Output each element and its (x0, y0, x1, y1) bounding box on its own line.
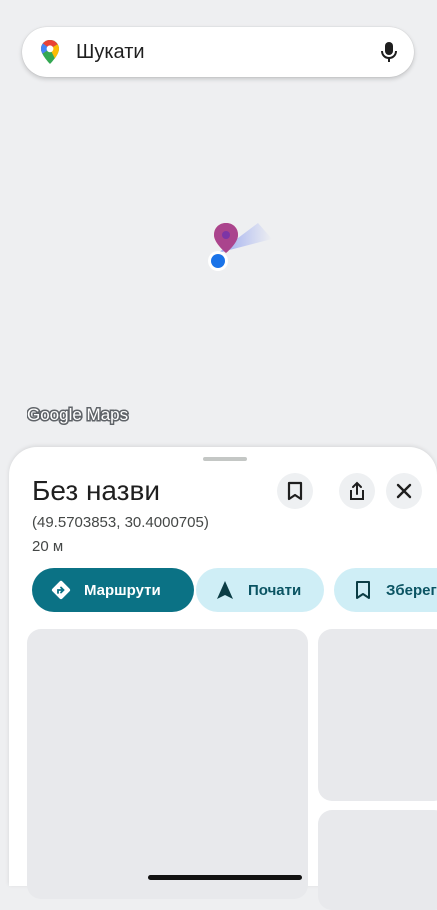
navigation-arrow-icon (217, 581, 233, 599)
location-pin-icon[interactable] (200, 205, 280, 285)
directions-button[interactable]: Маршрути (32, 568, 194, 612)
microphone-icon[interactable] (376, 39, 402, 65)
action-chips: Маршрути Почати Зберег (32, 568, 437, 612)
bookmark-icon (356, 581, 370, 599)
search-placeholder: Шукати (76, 41, 145, 63)
directions-label: Маршрути (84, 581, 161, 599)
svg-text:Google Maps: Google Maps (27, 405, 128, 424)
close-button[interactable] (386, 473, 422, 509)
map-view[interactable]: Шукати Google Maps (0, 0, 437, 470)
share-icon (350, 481, 364, 500)
google-maps-watermark: Google Maps (27, 404, 130, 426)
place-bottom-sheet[interactable]: Без назви (49.5703853, 30.4000705) 20 м … (9, 447, 437, 910)
place-title: Без назви (32, 475, 161, 506)
start-label: Почати (248, 581, 302, 599)
photo-placeholder[interactable] (27, 629, 308, 899)
place-coordinates: (49.5703853, 30.4000705) (32, 514, 209, 531)
photo-placeholder[interactable] (318, 629, 437, 801)
home-indicator[interactable] (148, 875, 302, 880)
start-navigation-button[interactable]: Почати (196, 568, 324, 612)
search-bar[interactable]: Шукати (22, 27, 414, 77)
directions-icon (51, 580, 71, 600)
photo-placeholder[interactable] (318, 810, 437, 910)
share-button[interactable] (339, 473, 375, 509)
save-button[interactable]: Зберег (334, 568, 437, 612)
close-icon (396, 483, 412, 499)
place-distance: 20 м (32, 538, 64, 555)
drag-handle[interactable] (203, 457, 247, 461)
save-place-button[interactable] (277, 473, 313, 509)
save-label: Зберег (386, 581, 437, 599)
google-maps-pin-icon (41, 40, 59, 64)
bookmark-icon (287, 481, 303, 501)
